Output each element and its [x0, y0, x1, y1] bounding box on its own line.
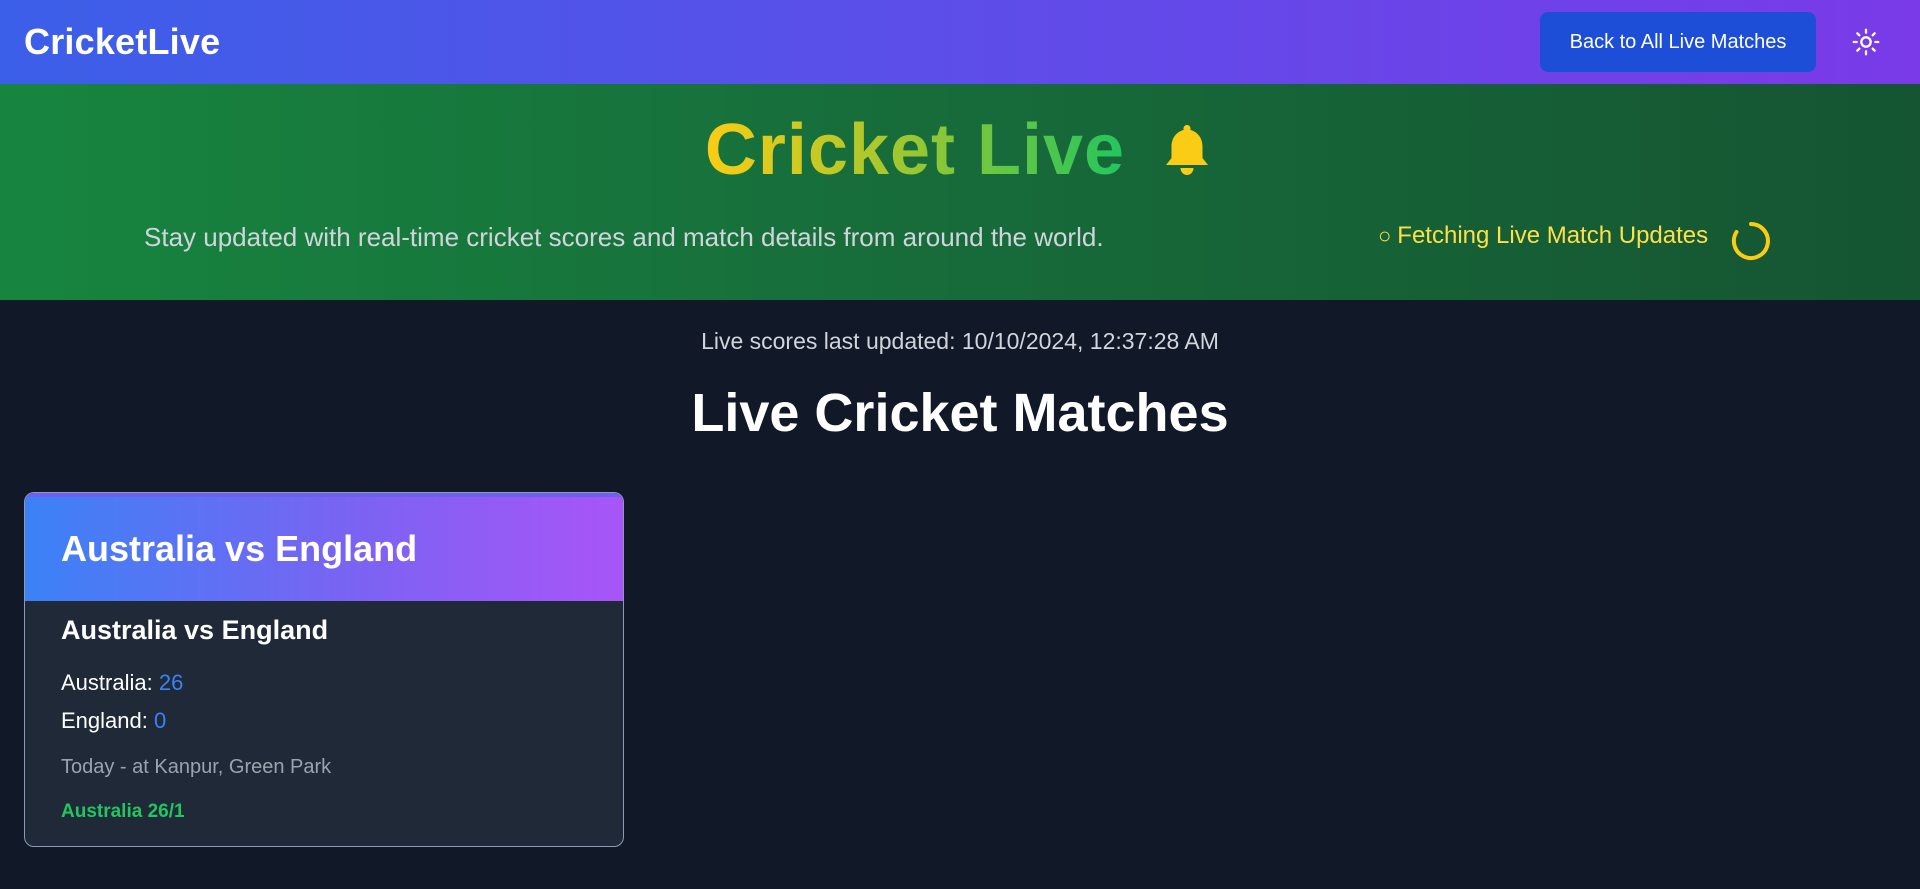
fetch-status-text: Fetching Live Match Updates — [1397, 222, 1709, 249]
team-score: 0 — [153, 708, 167, 733]
match-card-body: Australia vs England Australia: 26 Engla… — [25, 601, 623, 823]
match-card-header: Australia vs England — [25, 493, 623, 601]
hero-subtitle: Stay updated with real-time cricket scor… — [144, 222, 1104, 252]
sun-icon — [1852, 28, 1880, 56]
back-to-all-live-matches-button[interactable]: Back to All Live Matches — [1540, 12, 1816, 72]
brand-logo[interactable]: CricketLive — [24, 21, 220, 63]
navbar: CricketLive Back to All Live Matches — [0, 0, 1920, 84]
match-card[interactable]: Australia vs England Australia vs Englan… — [24, 492, 624, 847]
hero-title-row: Cricket Live — [0, 114, 1920, 186]
bell-icon — [1159, 121, 1215, 179]
spinner-icon — [1731, 222, 1770, 260]
theme-toggle-button[interactable] — [1836, 12, 1896, 72]
match-title: Australia vs England — [61, 615, 329, 645]
match-status: Australia 26/1 — [61, 801, 185, 822]
navbar-actions: Back to All Live Matches — [1540, 12, 1896, 72]
hero-banner: Cricket Live Stay updated with real-time… — [0, 84, 1920, 300]
team-name: England: — [61, 708, 148, 733]
team-score-row: England: 0 — [61, 708, 587, 734]
team-name: Australia: — [61, 670, 153, 695]
team-score-row: Australia: 26 — [61, 670, 587, 696]
match-card-header-title: Australia vs England — [61, 528, 418, 569]
status-circle-icon: ○ — [1378, 223, 1392, 248]
hero-title: Cricket Live — [704, 110, 1126, 190]
team-score: 26 — [158, 670, 184, 695]
match-venue-info: Today - at Kanpur, Green Park — [61, 756, 332, 778]
fetch-status: ○ Fetching Live Match Updates — [1378, 224, 1708, 248]
page-title: Live Cricket Matches — [691, 383, 1229, 443]
last-updated-text: Live scores last updated: 10/10/2024, 12… — [701, 328, 1219, 354]
